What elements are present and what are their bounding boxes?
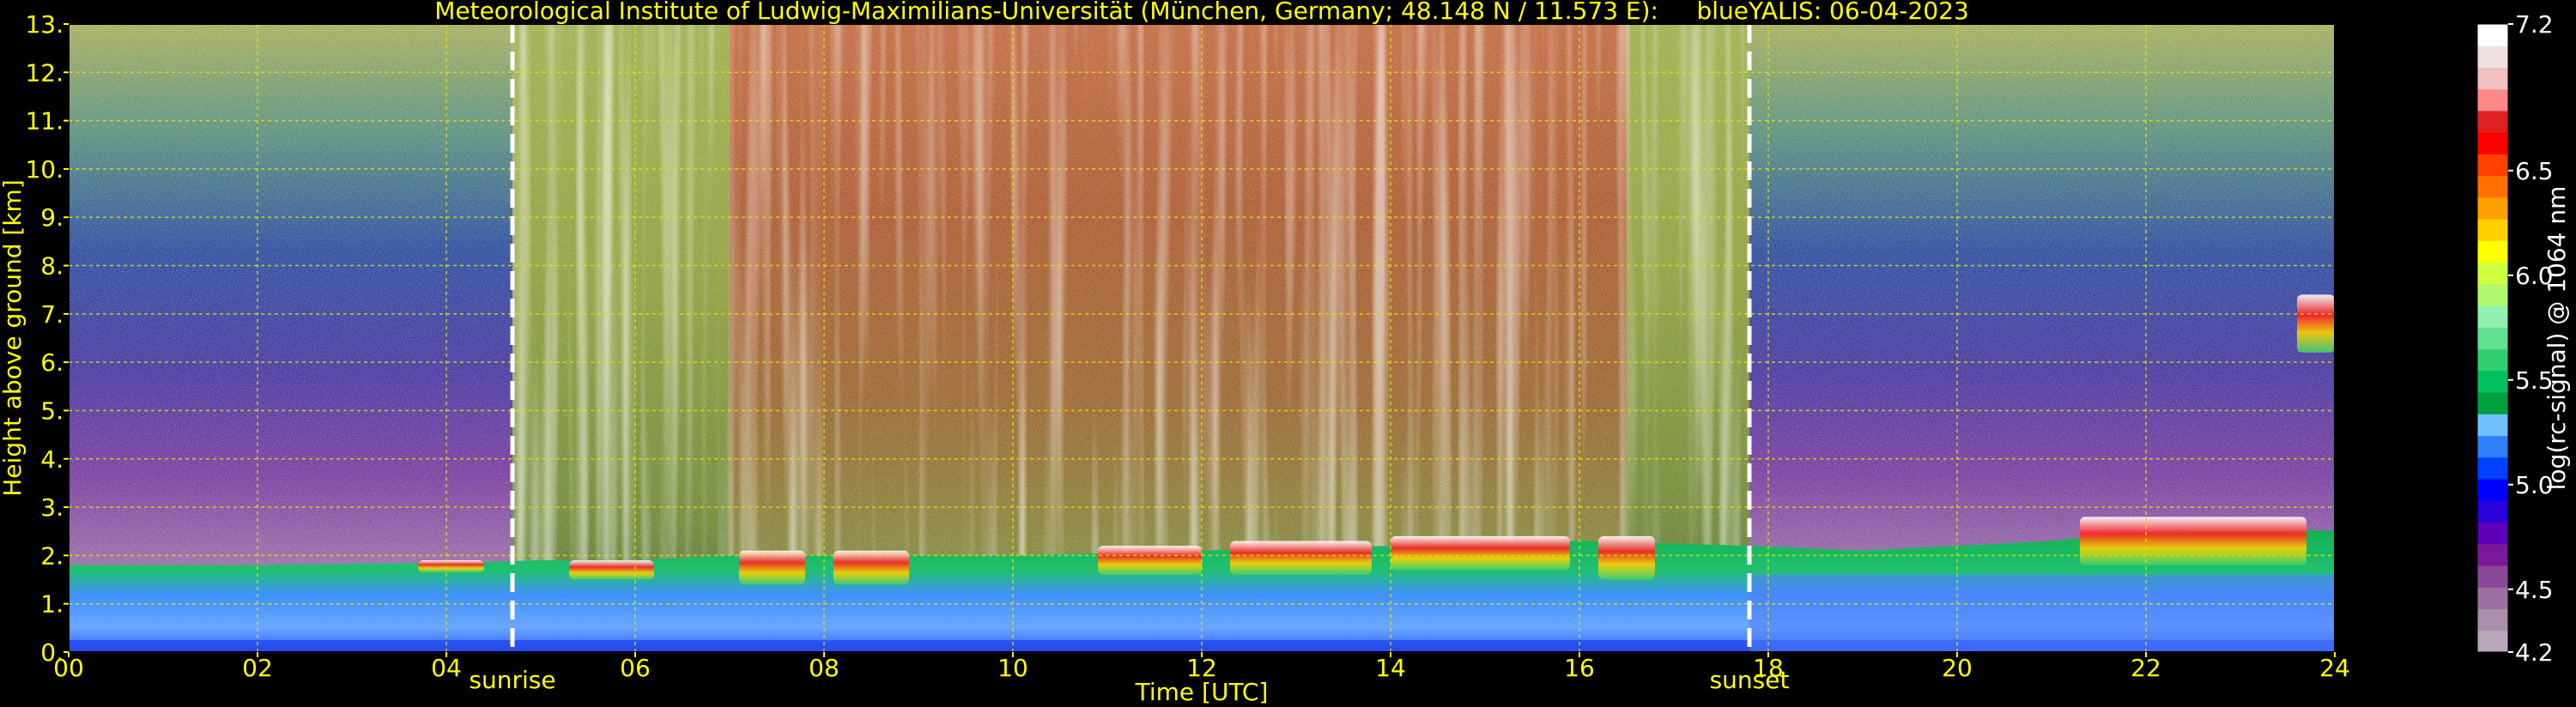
y-tick-label: 2. [40, 541, 64, 570]
y-tick-label: 3. [40, 493, 64, 522]
x-tick-label: 16 [1564, 654, 1595, 682]
y-tick-label: 7. [40, 300, 64, 329]
cloud-feature [1391, 535, 1570, 571]
y-tick-label: 1. [40, 590, 64, 619]
colorbar-segment [2477, 565, 2508, 588]
x-tick-label: 18 [1753, 654, 1784, 682]
lidar-chart: sunrise sunset 00 02 04 06 08 10 12 14 16 18 20 22 24… [0, 0, 2571, 706]
colorbar-segment [2477, 219, 2508, 241]
colorbar-segment [2477, 240, 2508, 263]
colorbar-segment [2477, 132, 2508, 154]
cloud-feature [2297, 294, 2335, 353]
x-tick-label: 14 [1375, 654, 1406, 682]
cloud-feature [1598, 535, 1655, 580]
y-tick-label: 13. [25, 10, 64, 39]
colorbar-segment [2477, 608, 2508, 631]
colorbar-segment [2477, 587, 2508, 610]
colorbar-segment [2477, 630, 2508, 653]
y-tick-label: 6. [40, 348, 64, 377]
colorbar-segment [2477, 283, 2508, 306]
y-tick-label: 9. [40, 203, 64, 232]
colorbar-segment [2477, 110, 2508, 133]
colorbar-segment [2477, 348, 2508, 372]
cloud-feature [569, 560, 654, 580]
colorbar-segment [2477, 435, 2508, 458]
x-tick-label: 06 [620, 654, 651, 682]
colorbar-label: log(rc-signal) @ 1064 nm [2543, 186, 2571, 491]
chart-title: Meteorological Institute of Ludwig-Maxim… [434, 0, 1969, 25]
colorbar-tick-label: 4.2 [2515, 638, 2554, 667]
colorbar-segment [2477, 456, 2508, 480]
colorbar-segment [2477, 67, 2508, 90]
cloud-feature [1098, 546, 1202, 575]
x-axis-label: Time [UTC] [1135, 678, 1269, 706]
y-tick-label: 11. [25, 107, 64, 136]
x-tick-label: 20 [1942, 654, 1973, 682]
cloud-feature [1230, 541, 1372, 575]
y-axis-label: Height above ground [km] [0, 179, 27, 497]
sun-marker-label: sunrise [469, 666, 555, 694]
plot-area [69, 24, 2335, 652]
colorbar-tick-label: 6.5 [2515, 157, 2554, 185]
colorbar-segment [2477, 392, 2508, 414]
colorbar-tick-label: 7.2 [2515, 10, 2554, 39]
x-tick-label: 02 [242, 654, 273, 682]
colorbar-segment [2477, 522, 2508, 545]
x-tick-label: 08 [809, 654, 839, 682]
colorbar-tick-label: 4.5 [2515, 576, 2554, 604]
colorbar-segment [2477, 327, 2508, 350]
colorbar-segment [2477, 262, 2508, 285]
y-tick-label: 4. [40, 445, 64, 474]
colorbar-segment [2477, 196, 2508, 220]
y-tick-label: 10. [25, 155, 64, 184]
y-tick-label: 5. [40, 396, 64, 425]
x-tick-label: 10 [997, 654, 1028, 682]
colorbar-segment [2477, 479, 2508, 501]
colorbar-segment [2477, 500, 2508, 523]
colorbar-segment [2477, 414, 2508, 437]
cloud-feature [418, 560, 484, 573]
y-tick-label: 8. [40, 252, 64, 281]
colorbar-segment [2477, 24, 2508, 46]
colorbar-segment [2477, 88, 2508, 112]
y-tick-label: 12. [25, 58, 64, 87]
colorbar-segment [2477, 154, 2508, 177]
y-axis-ticks: 0. 1. 2. 3. 4. 5. 6. 7. 8. 9. 10. 11. 12. 13. [25, 10, 69, 667]
colorbar-segment [2477, 305, 2508, 328]
evening-residual-layer [1749, 574, 2335, 652]
x-tick-label: 22 [2131, 654, 2161, 682]
y-tick-label: 0. [40, 638, 64, 667]
x-tick-label: 24 [2319, 654, 2350, 682]
colorbar-segment [2477, 370, 2508, 393]
x-tick-label: 04 [431, 654, 462, 682]
cloud-feature [2080, 517, 2306, 565]
colorbar-segment [2477, 543, 2508, 566]
colorbar-segment [2477, 175, 2508, 198]
colorbar-segment [2477, 45, 2508, 68]
